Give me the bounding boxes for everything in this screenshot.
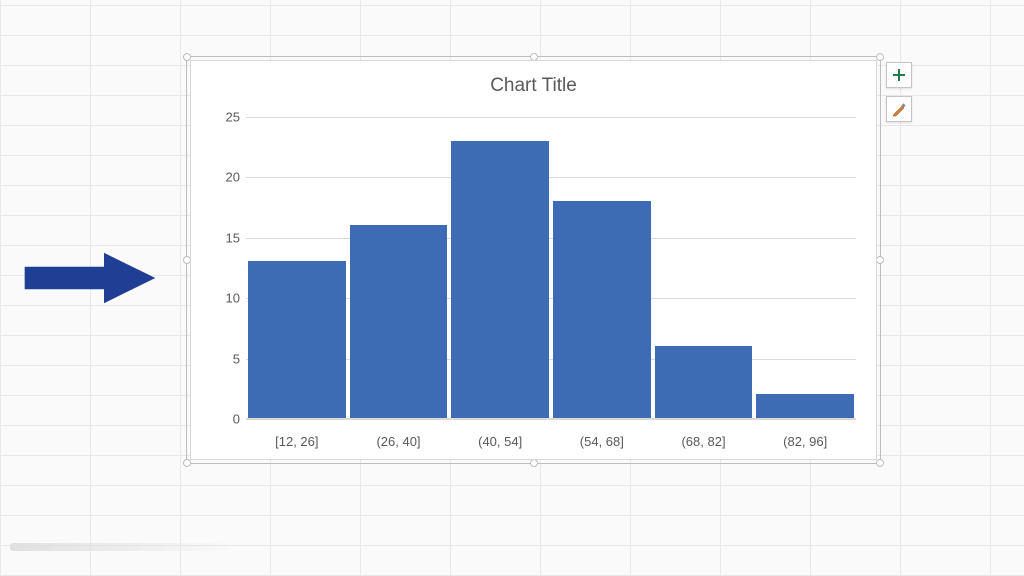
bar-slot	[653, 117, 755, 418]
y-tick-label: 0	[210, 412, 240, 427]
bar-slot	[754, 117, 856, 418]
x-tick-label: (68, 82]	[653, 434, 755, 449]
gridline	[246, 419, 856, 420]
x-tick-label: (26, 40]	[348, 434, 450, 449]
x-tick-label: [12, 26]	[246, 434, 348, 449]
chart-styles-button[interactable]	[886, 96, 912, 122]
bar-slot	[551, 117, 653, 418]
histogram-bar[interactable]	[655, 346, 753, 418]
histogram-bar[interactable]	[350, 225, 448, 418]
histogram-bar[interactable]	[248, 261, 346, 418]
histogram-bar[interactable]	[553, 201, 651, 418]
chart-elements-button[interactable]	[886, 62, 912, 88]
y-tick-label: 10	[210, 291, 240, 306]
histogram-bar[interactable]	[756, 394, 854, 418]
chart-container[interactable]: Chart Title 0510152025 [12, 26](26, 40](…	[190, 60, 877, 460]
histogram-bar[interactable]	[451, 141, 549, 418]
y-tick-label: 25	[210, 110, 240, 125]
bar-slot	[449, 117, 551, 418]
x-tick-label: (54, 68]	[551, 434, 653, 449]
scrollbar-hint	[10, 543, 240, 551]
x-axis-labels: [12, 26](26, 40](40, 54](54, 68](68, 82]…	[246, 434, 856, 449]
bar-slot	[348, 117, 450, 418]
y-tick-label: 15	[210, 230, 240, 245]
y-tick-label: 5	[210, 351, 240, 366]
chart-title[interactable]: Chart Title	[191, 61, 876, 107]
chart-box[interactable]: Chart Title 0510152025 [12, 26](26, 40](…	[190, 60, 877, 460]
bar-slot	[246, 117, 348, 418]
y-tick-label: 20	[210, 170, 240, 185]
x-tick-label: (40, 54]	[449, 434, 551, 449]
callout-arrow	[20, 248, 160, 308]
plot-area: 0510152025	[246, 117, 856, 419]
x-tick-label: (82, 96]	[754, 434, 856, 449]
